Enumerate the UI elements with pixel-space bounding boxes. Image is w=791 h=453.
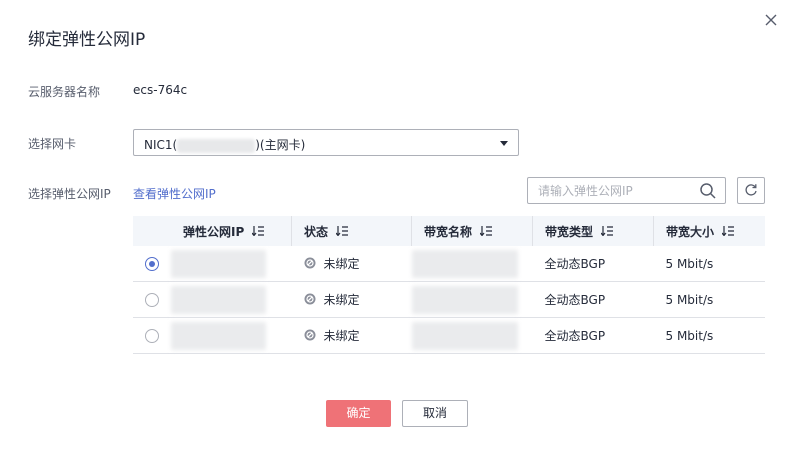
row-select-cell (133, 317, 171, 354)
sort-icon[interactable] (479, 225, 493, 239)
confirm-button[interactable]: 确定 (326, 400, 391, 427)
bandwidth-size-cell: 5 Mbit/s (653, 246, 765, 282)
header-bandwidth-name: 带宽名称 (411, 216, 533, 246)
bandwidth-name-redacted (411, 285, 518, 314)
bandwidth-name-cell (411, 281, 533, 318)
dialog-title: 绑定弹性公网IP (28, 30, 146, 50)
refresh-button[interactable] (737, 177, 765, 204)
eip-cell (171, 281, 292, 318)
nic-label: 选择网卡 (28, 137, 77, 151)
row-select-cell (133, 281, 171, 318)
eip-redacted (171, 321, 266, 350)
table-row[interactable]: 未绑定 全动态BGP 5 Mbit/s (133, 246, 765, 282)
eip-label: 选择弹性公网IP (28, 187, 111, 201)
table-header-row: 弹性公网IP 状态 带宽名称 带宽类型 带宽大小 (133, 216, 765, 246)
nic-ip-redacted (177, 138, 256, 153)
status-cell: 未绑定 (291, 281, 412, 318)
header-eip: 弹性公网IP (171, 216, 292, 246)
table-row[interactable]: 未绑定 全动态BGP 5 Mbit/s (133, 317, 765, 354)
eip-cell (171, 246, 292, 282)
sort-icon[interactable] (600, 225, 614, 239)
nic-suffix: )(主网卡) (255, 138, 306, 152)
status-cell: 未绑定 (291, 317, 412, 354)
unbound-status-icon (304, 329, 316, 344)
row-radio[interactable] (145, 328, 159, 343)
search-icon[interactable] (699, 182, 717, 200)
eip-redacted (171, 249, 266, 278)
close-icon[interactable] (763, 12, 779, 28)
unbound-status-icon (304, 293, 316, 308)
row-select-cell (133, 246, 171, 282)
bandwidth-size-cell: 5 Mbit/s (653, 281, 765, 318)
bandwidth-name-cell (411, 246, 533, 282)
server-name-value: ecs-764c (133, 83, 188, 97)
row-radio[interactable] (145, 292, 159, 307)
cancel-button[interactable]: 取消 (402, 400, 468, 427)
bandwidth-type-cell: 全动态BGP (532, 317, 654, 354)
bandwidth-name-redacted (411, 249, 518, 278)
sort-icon[interactable] (721, 225, 735, 239)
bandwidth-name-redacted (411, 321, 518, 350)
nic-select[interactable]: NIC1( )(主网卡) (133, 129, 519, 156)
refresh-icon (745, 184, 757, 196)
header-select (133, 216, 171, 246)
sort-icon[interactable] (335, 225, 349, 239)
table-row[interactable]: 未绑定 全动态BGP 5 Mbit/s (133, 281, 765, 318)
header-bandwidth-type: 带宽类型 (532, 216, 654, 246)
server-name-label: 云服务器名称 (28, 85, 101, 99)
header-status: 状态 (291, 216, 412, 246)
bandwidth-type-cell: 全动态BGP (532, 281, 654, 318)
status-cell: 未绑定 (291, 246, 412, 282)
eip-redacted (171, 285, 266, 314)
unbound-status-icon (304, 257, 316, 272)
bandwidth-name-cell (411, 317, 533, 354)
view-eip-link[interactable]: 查看弹性公网IP (133, 185, 216, 202)
eip-cell (171, 317, 292, 354)
sort-icon[interactable] (251, 225, 265, 239)
bandwidth-type-cell: 全动态BGP (532, 246, 654, 282)
bandwidth-size-cell: 5 Mbit/s (653, 317, 765, 354)
search-box (527, 177, 726, 204)
header-bandwidth-size: 带宽大小 (653, 216, 765, 246)
row-radio[interactable] (145, 256, 159, 271)
nic-prefix: NIC1( (144, 138, 178, 152)
chevron-down-icon (500, 141, 508, 146)
eip-table: 弹性公网IP 状态 带宽名称 带宽类型 带宽大小 未绑定 全动态BGP 5 Mb… (133, 216, 765, 354)
search-input[interactable] (528, 178, 698, 203)
